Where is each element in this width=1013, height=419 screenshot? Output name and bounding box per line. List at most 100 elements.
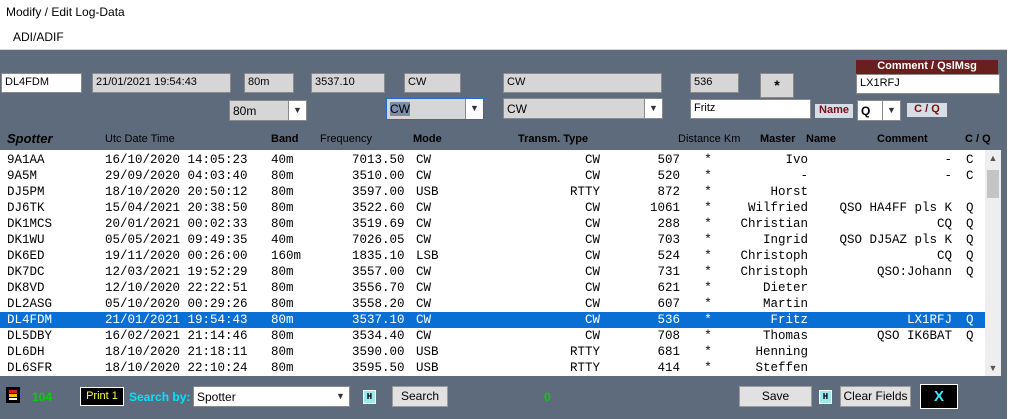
col-spotter[interactable]: Spotter	[7, 131, 53, 146]
cell-band: 80m	[271, 361, 294, 375]
cell-transm: RTTY	[569, 361, 600, 375]
cell-comment: -	[944, 153, 952, 167]
cell-dist: 524	[657, 249, 680, 263]
table-row[interactable]: DK7DC 12/03/2021 19:52:29 80m 3557.00 CW CW 73…	[0, 264, 985, 280]
cell-transm: CW	[584, 249, 600, 263]
cell-band: 80m	[271, 169, 294, 183]
scroll-thumb[interactable]	[987, 170, 999, 198]
col-comment[interactable]: Comment	[877, 133, 928, 145]
cell-band: 80m	[271, 329, 294, 343]
chevron-down-icon[interactable]: ▼	[332, 387, 349, 406]
table-row[interactable]: DK1MCS 20/01/2021 00:02:33 80m 3519.69 CW CW 2…	[0, 216, 985, 232]
col-band[interactable]: Band	[271, 133, 299, 145]
h-button-clear[interactable]: H	[819, 390, 832, 404]
cell-band: 80m	[271, 185, 294, 199]
frequency-field[interactable]: 3537.10	[311, 73, 385, 93]
mode-select[interactable]: CW ▼	[386, 98, 484, 120]
comment-field[interactable]: LX1RFJ	[856, 74, 1000, 94]
cell-cq: Q	[966, 313, 974, 327]
cell-name: Christoph	[740, 249, 808, 263]
search-by-value: Spotter	[197, 390, 236, 404]
name-field[interactable]: Fritz	[690, 99, 811, 119]
cell-spotter: 9A5M	[7, 169, 38, 183]
master-field[interactable]: *	[760, 73, 794, 98]
cell-freq: 3595.50	[352, 361, 405, 375]
cell-dt: 12/03/2021 19:52:29	[105, 265, 248, 279]
transm-type-field[interactable]: CW	[503, 73, 662, 93]
close-button[interactable]: X	[920, 384, 958, 409]
chevron-down-icon[interactable]: ▼	[882, 101, 900, 120]
cell-name: Ingrid	[762, 233, 808, 247]
cell-dist: 872	[657, 185, 680, 199]
cell-name: Henning	[755, 345, 808, 359]
cell-spotter: DK7DC	[7, 265, 45, 279]
cell-mode: CW	[416, 313, 432, 327]
distance-field[interactable]: 536	[690, 73, 739, 93]
menu-adi-adif[interactable]: ADI/ADIF	[13, 30, 64, 44]
cell-name: Fritz	[770, 313, 808, 327]
found-count: 0	[544, 390, 551, 404]
cq-label: C / Q	[907, 103, 947, 117]
table-row[interactable]: DJ5PM 18/10/2020 20:50:12 80m 3597.00 USB RTT…	[0, 184, 985, 200]
datetime-field[interactable]: 21/01/2021 19:54:43	[92, 73, 231, 93]
col-distance[interactable]: Distance Km	[678, 133, 740, 145]
table-row[interactable]: DL6DH 18/10/2020 21:18:11 80m 3590.00 USB RTT…	[0, 344, 985, 360]
cell-transm: CW	[584, 265, 600, 279]
col-mode[interactable]: Mode	[413, 133, 442, 145]
spotter-field[interactable]: DL4FDM	[1, 73, 82, 93]
col-cq[interactable]: C / Q	[965, 133, 991, 145]
cell-spotter: DL2ASG	[7, 297, 53, 311]
col-transm[interactable]: Transm. Type	[518, 133, 588, 145]
search-button[interactable]: Search	[392, 386, 448, 407]
table-row[interactable]: DL4FDM 21/01/2021 19:54:43 80m 3537.10 CW CW 5…	[0, 312, 985, 328]
cell-dt: 15/04/2021 20:38:50	[105, 201, 248, 215]
clear-fields-button[interactable]: Clear Fields	[840, 386, 911, 407]
table-row[interactable]: DK8VD 12/10/2020 22:22:51 80m 3556.70 CW CW 62…	[0, 280, 985, 296]
cell-master: *	[704, 153, 712, 167]
cq-select[interactable]: Q ▼	[857, 100, 901, 121]
band-select[interactable]: 80m ▼	[229, 100, 307, 121]
scroll-up-icon[interactable]: ▲	[985, 150, 1001, 166]
table-row[interactable]: DL6SFR 18/10/2020 22:10:24 80m 3595.50 USB RT…	[0, 360, 985, 376]
cell-mode: USB	[416, 345, 439, 359]
cell-mode: CW	[416, 153, 432, 167]
chevron-down-icon[interactable]: ▼	[288, 101, 306, 120]
h-button-search[interactable]: H	[363, 390, 376, 404]
cell-mode: CW	[416, 217, 432, 231]
col-name[interactable]: Name	[806, 133, 836, 145]
col-frequency[interactable]: Frequency	[320, 133, 372, 145]
cell-spotter: DK1WU	[7, 233, 45, 247]
cell-freq: 7013.50	[352, 153, 405, 167]
table-row[interactable]: DK1WU 05/05/2021 09:49:35 40m 7026.05 CW CW 70…	[0, 232, 985, 248]
col-utc[interactable]: Utc Date Time	[105, 133, 175, 145]
cell-freq: 3558.20	[352, 297, 405, 311]
log-table[interactable]: 9A1AA 16/10/2020 14:05:23 40m 7013.50 CW CW 50…	[0, 150, 1001, 376]
cell-name: Thomas	[762, 329, 808, 343]
cell-transm: CW	[584, 233, 600, 247]
cell-freq: 3519.69	[352, 217, 405, 231]
table-row[interactable]: DL5DBY 16/02/2021 21:14:46 80m 3534.40 CW CW 7…	[0, 328, 985, 344]
table-row[interactable]: DK6ED 19/11/2020 00:26:00 160m 1835.10 LSB CW…	[0, 248, 985, 264]
mode-field[interactable]: CW	[404, 73, 461, 93]
table-row[interactable]: 9A5M 29/09/2020 04:03:40 80m 3510.00 CW CW 520…	[0, 168, 985, 184]
cell-transm: CW	[584, 281, 600, 295]
search-by-select[interactable]: Spotter ▼	[193, 386, 350, 407]
vertical-scrollbar[interactable]: ▲ ▼	[985, 150, 1001, 376]
cell-dist: 536	[657, 313, 680, 327]
table-row[interactable]: 9A1AA 16/10/2020 14:05:23 40m 7013.50 CW CW 50…	[0, 152, 985, 168]
chevron-down-icon[interactable]: ▼	[644, 99, 662, 118]
save-button[interactable]: Save	[739, 386, 812, 407]
cell-master: *	[704, 345, 712, 359]
table-row[interactable]: DL2ASG 05/10/2020 00:29:26 80m 3558.20 CW CW 6…	[0, 296, 985, 312]
cell-freq: 3510.00	[352, 169, 405, 183]
cell-comment: QSO HA4FF pls K	[839, 201, 952, 215]
scroll-down-icon[interactable]: ▼	[985, 360, 1001, 376]
transm-type-select[interactable]: CW ▼	[503, 98, 663, 119]
table-row[interactable]: DJ6TK 15/04/2021 20:38:50 80m 3522.60 CW CW 10…	[0, 200, 985, 216]
print-button[interactable]: Print 1	[80, 387, 124, 406]
col-master[interactable]: Master	[760, 133, 795, 145]
cell-spotter: DL6DH	[7, 345, 45, 359]
chevron-down-icon[interactable]: ▼	[465, 99, 483, 119]
transm-type-select-value: CW	[507, 102, 527, 116]
band-field[interactable]: 80m	[244, 73, 294, 93]
